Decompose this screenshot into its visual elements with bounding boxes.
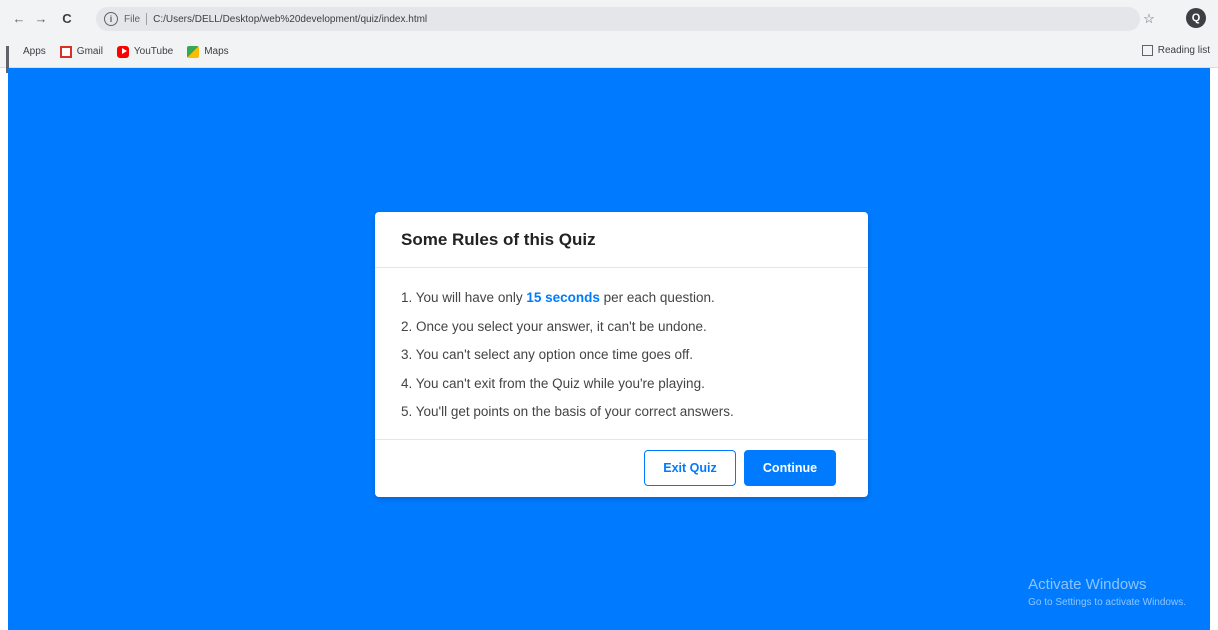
- bookmarks-bar: Apps Gmail YouTube Maps Reading list: [0, 36, 1218, 73]
- forward-icon[interactable]: →: [30, 7, 52, 29]
- reading-list-label: Reading list: [1157, 45, 1210, 56]
- rules-list: 1. You will have only 15 seconds per eac…: [375, 268, 868, 440]
- omnibox-divider: [146, 13, 148, 25]
- info-icon[interactable]: i: [104, 12, 118, 26]
- reading-list-icon: [1141, 45, 1153, 56]
- exit-quiz-button[interactable]: Exit Quiz: [644, 450, 736, 486]
- bookmark-maps[interactable]: Maps: [187, 45, 229, 58]
- bookmark-label: Gmail: [76, 46, 103, 57]
- rules-dialog: Some Rules of this Quiz 1. You will have…: [375, 212, 868, 497]
- apps-grid-icon: [6, 45, 18, 73]
- rule-item: 5. You'll get points on the basis of you…: [401, 404, 734, 419]
- bookmark-apps[interactable]: Apps: [6, 45, 46, 73]
- time-limit-highlight: 15 seconds: [526, 290, 600, 305]
- bookmark-label: YouTube: [133, 46, 174, 57]
- reading-list-button[interactable]: Reading list: [1141, 45, 1210, 56]
- url-text[interactable]: C:/Users/DELL/Desktop/web%20development/…: [153, 14, 633, 25]
- address-bar[interactable]: i File C:/Users/DELL/Desktop/web%20devel…: [96, 7, 1140, 31]
- bookmark-star-icon[interactable]: ☆: [1140, 10, 1158, 28]
- bookmark-youtube[interactable]: YouTube: [116, 45, 174, 58]
- bookmark-label: Maps: [204, 46, 229, 57]
- maps-icon: [187, 45, 200, 58]
- gmail-icon: [59, 45, 72, 58]
- rule-item: 4. You can't exit from the Quiz while yo…: [401, 375, 705, 391]
- browser-toolbar: ← → C i File C:/Users/DELL/Desktop/web%2…: [0, 0, 1218, 36]
- bookmark-gmail[interactable]: Gmail: [59, 45, 103, 58]
- dialog-title: Some Rules of this Quiz: [375, 212, 868, 268]
- quiz-page: Some Rules of this Quiz 1. You will have…: [8, 68, 1210, 630]
- back-icon[interactable]: ←: [8, 7, 30, 29]
- rule-item: 3. You can't select any option once time…: [401, 347, 694, 362]
- file-scheme-label: File: [124, 13, 141, 25]
- reload-icon[interactable]: C: [56, 7, 78, 29]
- watermark-title: Activate Windows: [1028, 576, 1147, 593]
- youtube-icon: [116, 45, 129, 58]
- rule-text: 1. You will have only: [401, 290, 527, 305]
- continue-button[interactable]: Continue: [744, 450, 836, 486]
- profile-avatar[interactable]: Q: [1186, 8, 1206, 28]
- watermark-subtitle: Go to Settings to activate Windows.: [1028, 597, 1186, 608]
- bookmark-label: Apps: [23, 46, 46, 57]
- rule-item: 1. You will have only 15 seconds per eac…: [401, 284, 842, 313]
- rule-item: 2. Once you select your answer, it can't…: [401, 318, 707, 334]
- windows-activation-watermark: Activate Windows Go to Settings to activ…: [1028, 576, 1186, 608]
- rule-text: per each question.: [599, 290, 715, 305]
- dialog-buttons: Exit Quiz Continue: [375, 440, 868, 496]
